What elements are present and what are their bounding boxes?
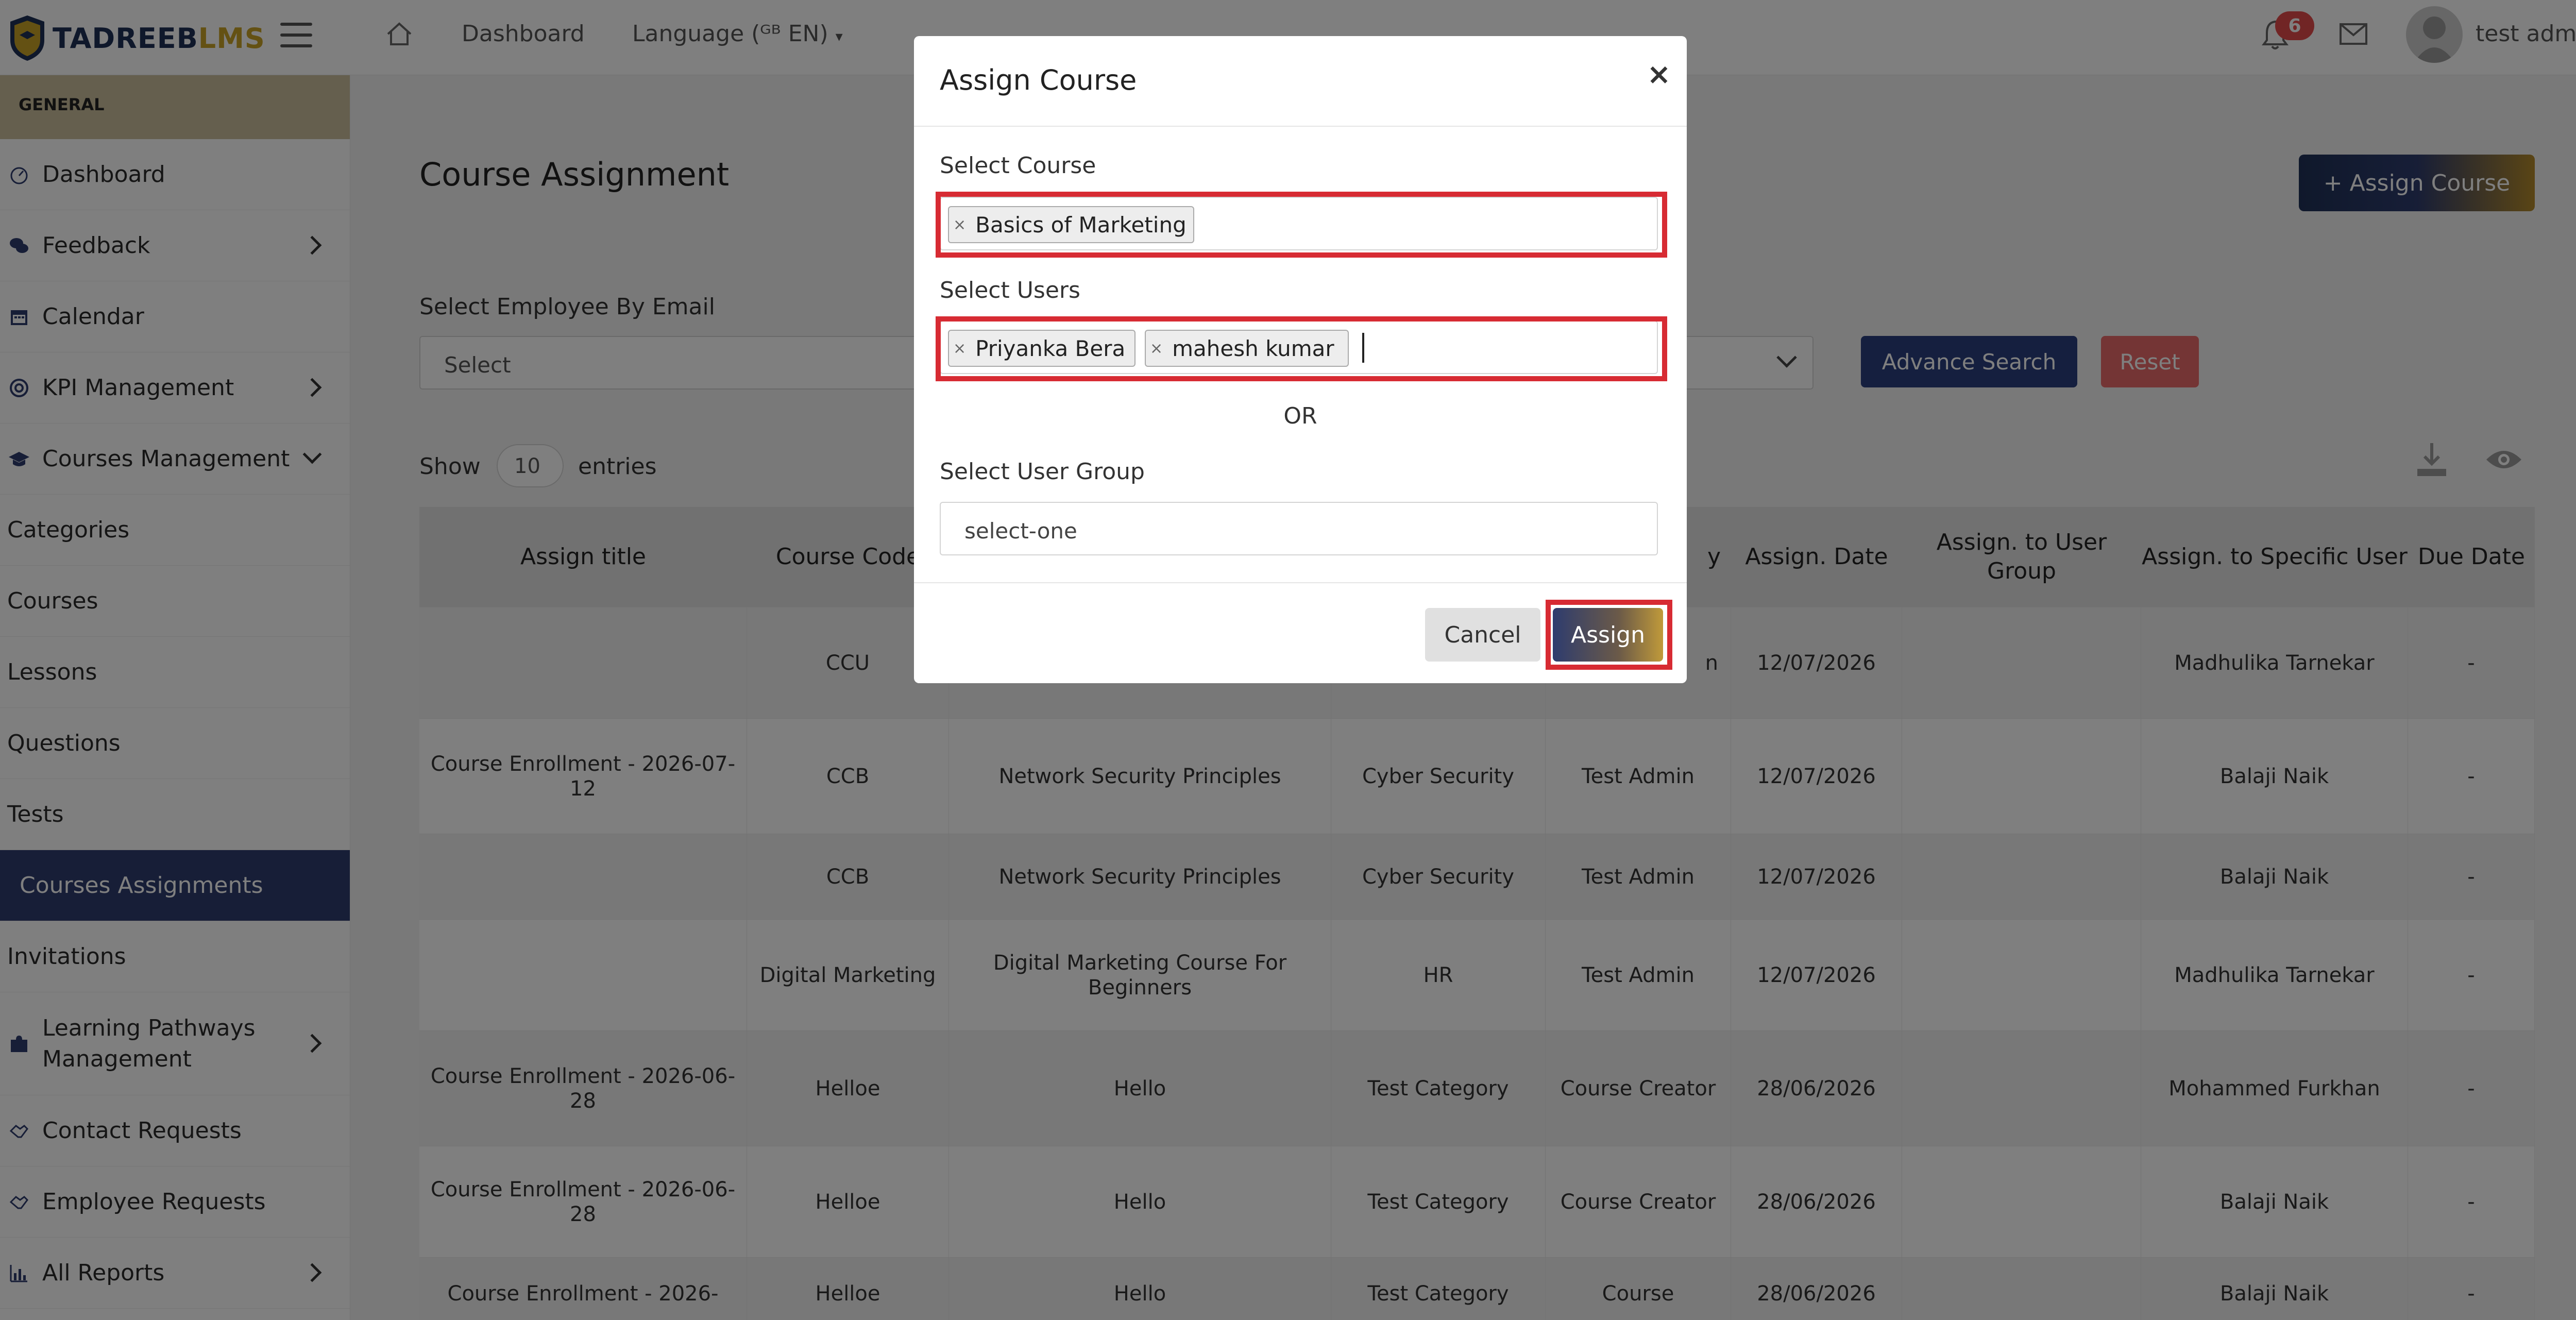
- highlight-box-assign: [1546, 600, 1672, 670]
- select-user-group-label: Select User Group: [940, 459, 1145, 485]
- user-group-select[interactable]: select-one: [940, 502, 1658, 555]
- modal-header: Assign Course ×: [914, 36, 1687, 127]
- or-divider-label: OR: [1283, 403, 1317, 429]
- highlight-box-course: [936, 192, 1667, 258]
- modal-title: Assign Course: [940, 64, 1137, 96]
- cancel-button[interactable]: Cancel: [1425, 608, 1540, 662]
- modal-footer-divider: [914, 582, 1687, 583]
- select-course-label: Select Course: [940, 153, 1096, 179]
- select-users-label: Select Users: [940, 277, 1080, 303]
- highlight-box-users: [936, 316, 1667, 381]
- assign-course-modal: Assign Course × Select Course × Basics o…: [914, 36, 1687, 683]
- close-icon[interactable]: ×: [1643, 58, 1674, 91]
